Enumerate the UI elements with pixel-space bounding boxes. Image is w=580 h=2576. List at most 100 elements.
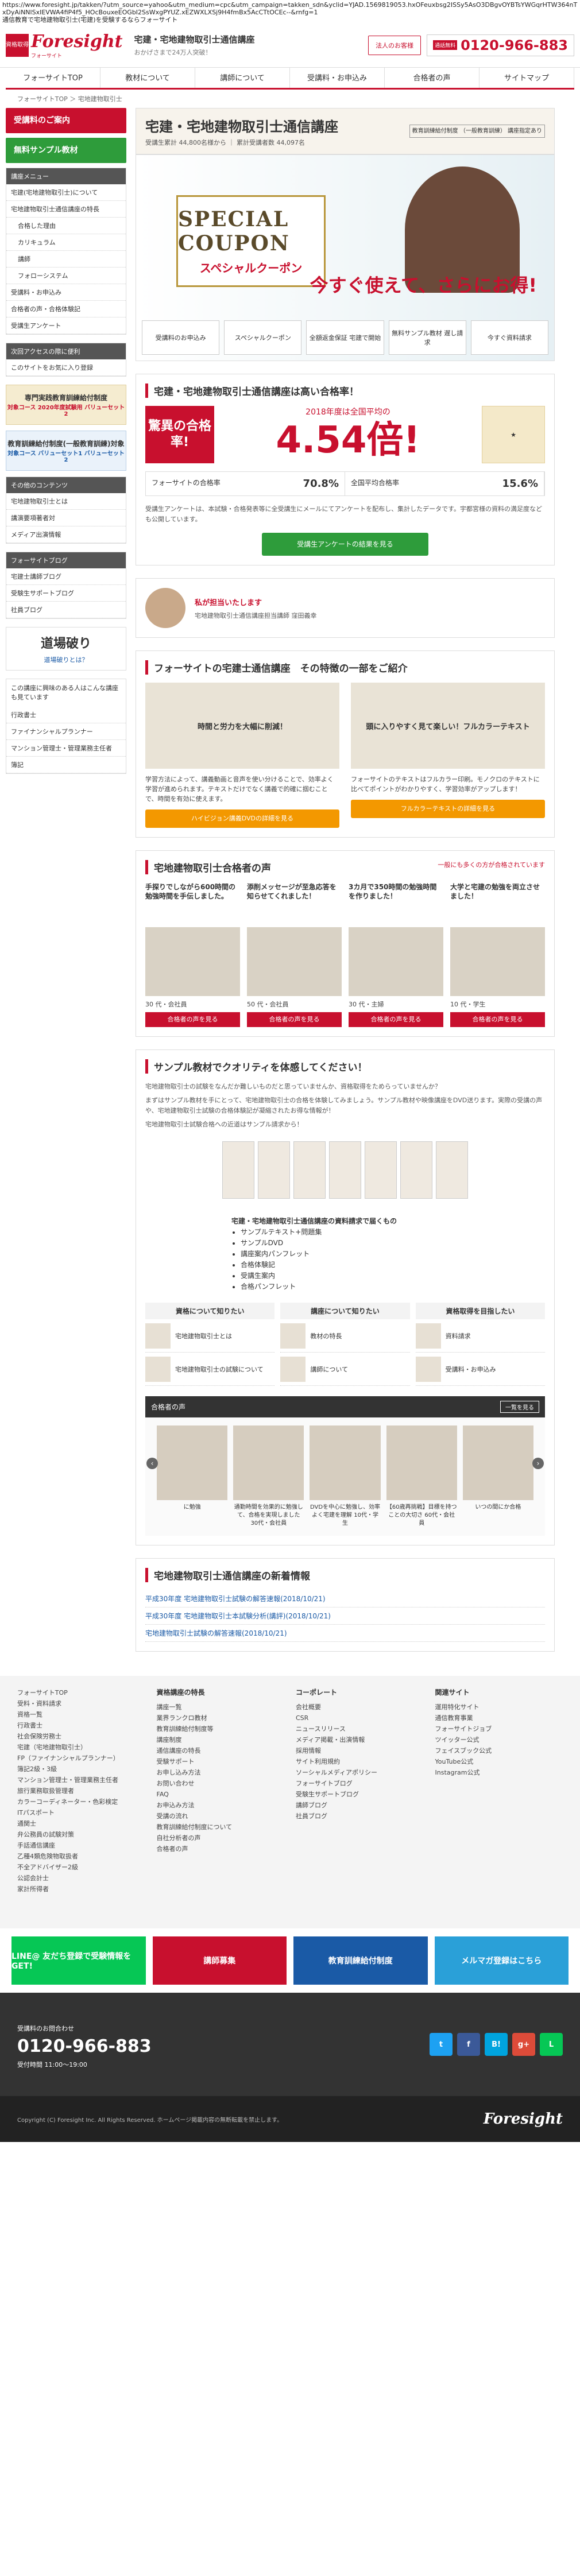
footer-link[interactable]: 社会保険労務士	[17, 1731, 145, 1742]
sidebar-menu-item[interactable]: 講師	[6, 251, 126, 268]
sidebar-also-item[interactable]: ファイナンシャルプランナー	[6, 723, 126, 740]
sample-button[interactable]: 無料サンプル教材	[6, 138, 126, 163]
footer-link[interactable]: 旅行業務取扱管理者	[17, 1785, 145, 1796]
corporate-button[interactable]: 法人のお客様	[368, 35, 422, 55]
news-item[interactable]: 宅地建物取引士試験の解答速報(2018/10/21)	[145, 1625, 545, 1642]
footer-tel[interactable]: 0120-966-883	[17, 2036, 152, 2056]
footer-link[interactable]: FP（ファイナンシャルプランナー）	[17, 1753, 145, 1764]
footer-link[interactable]: 運用特化サイト	[435, 1702, 563, 1713]
footer-link[interactable]: 乙種4類危険物取扱者	[17, 1851, 145, 1862]
footer-link[interactable]: ソーシャルメディアポリシー	[296, 1767, 424, 1778]
coupon-thumb[interactable]: 受講料のお申込み	[142, 320, 220, 355]
ask-link[interactable]: 受講料・お申込み	[415, 1353, 545, 1386]
nav-voices[interactable]: 合格者の声	[385, 68, 480, 88]
sidebar-menu-item[interactable]: 宅地建物取引士通信講座の特長	[6, 201, 126, 218]
voices-more-link[interactable]: 一般にも多くの方が合格されています	[438, 860, 545, 874]
pass-item[interactable]: いつの間にか合格	[462, 1425, 534, 1528]
sidebar-also-item[interactable]: 簿記	[6, 757, 126, 773]
footer-link[interactable]: 社員ブログ	[296, 1811, 424, 1822]
nav-fees[interactable]: 受講料・お申込み	[290, 68, 385, 88]
footer-link[interactable]: 手話通信講座	[17, 1840, 145, 1851]
footer-link[interactable]: 講師ブログ	[296, 1800, 424, 1811]
footer-banner[interactable]: 講師募集	[152, 1936, 287, 1985]
sidebar-menu-item[interactable]: フォローシステム	[6, 268, 126, 284]
footer-link[interactable]: 受験サポート	[157, 1756, 285, 1767]
footer-link[interactable]: お問い合わせ	[157, 1778, 285, 1789]
feature-button[interactable]: ハイビジョン講義DVDの詳細を見る	[145, 809, 339, 828]
profile-name[interactable]: 宅地建物取引士通信講座担当講師 窪田義幸	[195, 611, 317, 620]
footer-link[interactable]: 家計所得者	[17, 1884, 145, 1895]
footer-link[interactable]: お申し込み方法	[157, 1767, 285, 1778]
ask-link[interactable]: 資料請求	[415, 1319, 545, 1353]
pass-item[interactable]: に勉強	[157, 1425, 228, 1528]
breadcrumb[interactable]: フォーサイトTOP ＞ 宅地建物取引士	[0, 90, 580, 108]
footer-link[interactable]: フォーサイトブログ	[296, 1778, 424, 1789]
footer-link[interactable]: フォーサイトジョブ	[435, 1723, 563, 1734]
footer-link[interactable]: 会社概要	[296, 1702, 424, 1713]
news-item[interactable]: 平成30年度 宅地建物取引士本試験分析(講評)(2018/10/21)	[145, 1607, 545, 1625]
feature-button[interactable]: フルカラーテキストの詳細を見る	[351, 800, 545, 818]
footer-link[interactable]: 合格者の声	[157, 1843, 285, 1854]
news-item[interactable]: 平成30年度 宅地建物取引士試験の解答速報(2018/10/21)	[145, 1590, 545, 1607]
social-icon[interactable]: B!	[485, 2033, 508, 2056]
sidebar-also-item[interactable]: マンション管理士・管理業務主任者	[6, 740, 126, 757]
survey-button[interactable]: 受講生アンケートの結果を見る	[262, 533, 428, 556]
social-icon[interactable]: f	[457, 2033, 480, 2056]
footer-link[interactable]: マンション管理士・管理業務主任者	[17, 1775, 145, 1785]
footer-link[interactable]: 教育訓練給付制度等	[157, 1723, 285, 1734]
footer-link[interactable]: 自社分析者の声	[157, 1833, 285, 1843]
footer-link[interactable]: 通信講座の特長	[157, 1745, 285, 1756]
apply-button[interactable]: 受講料のご案内	[6, 108, 126, 133]
footer-link[interactable]: 教育訓練給付制度について	[157, 1822, 285, 1833]
sidebar-menu-item[interactable]: 受講生アンケート	[6, 317, 126, 334]
nav-sitemap[interactable]: サイトマップ	[480, 68, 574, 88]
footer-link[interactable]: 資格一覧	[17, 1709, 145, 1720]
sidebar-menu-item[interactable]: 宅建(宅地建物取引士)について	[6, 184, 126, 201]
tel-box[interactable]: 通話無料 0120-966-883	[427, 34, 574, 56]
sidebar-other-item[interactable]: 宅地建物取引士とは	[6, 493, 126, 510]
dojo-box[interactable]: 道場破り 道場破りとは？	[6, 627, 126, 671]
coupon-thumb[interactable]: スペシャルクーポン	[224, 320, 302, 355]
footer-banner[interactable]: メルマガ登録はこちら	[434, 1936, 569, 1985]
footer-link[interactable]: 公認会計士	[17, 1873, 145, 1884]
ask-link[interactable]: 講師について	[280, 1353, 410, 1386]
footer-link[interactable]: 業界ランクロ教材	[157, 1713, 285, 1723]
carousel-next-icon[interactable]: ›	[532, 1458, 544, 1469]
pass-item[interactable]: 【60歳再挑戦】目標を持つことの大切さ 60代・会社員	[386, 1425, 457, 1528]
footer-link[interactable]: 受料・資料請求	[17, 1698, 145, 1709]
coupon-banner[interactable]: SPECIAL COUPON スペシャルクーポン 今すぐ使えて、さらにお得! 受…	[136, 154, 555, 361]
pass-item[interactable]: DVDを中心に勉強し、効率よく宅建を理解 10代・学生	[310, 1425, 381, 1528]
footer-link[interactable]: FAQ	[157, 1789, 285, 1800]
bookmark-link[interactable]: このサイトをお気に入り登録	[6, 359, 126, 376]
sidebar-menu-item[interactable]: 合格した理由	[6, 218, 126, 234]
site-logo[interactable]: 資格取得 Foresight フォーサイト	[6, 32, 123, 59]
sidebar-menu-item[interactable]: 受講料・お申込み	[6, 284, 126, 301]
nav-teachers[interactable]: 講師について	[195, 68, 290, 88]
footer-link[interactable]: 宅建（宅地建物取引士）	[17, 1742, 145, 1753]
dojo-link[interactable]: 道場破りとは？	[12, 655, 120, 664]
footer-link[interactable]: ITパスポート	[17, 1807, 145, 1818]
pass-list-button[interactable]: 一覧を見る	[500, 1401, 539, 1413]
footer-link[interactable]: ツイッター公式	[435, 1734, 563, 1745]
footer-logo[interactable]: Foresight	[484, 2110, 563, 2128]
footer-link[interactable]: CSR	[296, 1713, 424, 1723]
footer-link[interactable]: 簿記2級・3級	[17, 1764, 145, 1775]
footer-banner[interactable]: 教育訓練給付制度	[293, 1936, 428, 1985]
footer-link[interactable]: カラーコーディネーター・色彩検定	[17, 1796, 145, 1807]
nav-top[interactable]: フォーサイトTOP	[6, 68, 100, 88]
footer-link[interactable]: メディア掲載・出演情報	[296, 1734, 424, 1745]
social-icon[interactable]: L	[540, 2033, 563, 2056]
footer-link[interactable]: 通信教育事業	[435, 1713, 563, 1723]
footer-link[interactable]: ニュースリリース	[296, 1723, 424, 1734]
ask-link[interactable]: 宅地建物取引士の試験について	[145, 1353, 275, 1386]
footer-link[interactable]: 通関士	[17, 1818, 145, 1829]
footer-link[interactable]: Instagram公式	[435, 1767, 563, 1778]
footer-banner[interactable]: LINE@ 友だち登録で受験情報をGET!	[11, 1936, 146, 1985]
carousel-prev-icon[interactable]: ‹	[146, 1458, 158, 1469]
sidebar-blog-item[interactable]: 受験生サポートブログ	[6, 585, 126, 602]
coupon-thumb[interactable]: 無料サンプル教材 遅し請求	[388, 320, 466, 355]
footer-link[interactable]: 採用情報	[296, 1745, 424, 1756]
social-icon[interactable]: g+	[512, 2033, 535, 2056]
footer-link[interactable]: お申込み方法	[157, 1800, 285, 1811]
subsidy-banner-1[interactable]: 専門実践教育訓練給付制度 対象コース 2020年度試験用 バリューセット2	[6, 385, 126, 425]
